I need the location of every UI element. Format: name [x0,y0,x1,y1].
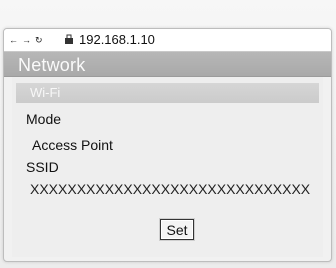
mode-label: Mode [26,111,62,127]
set-button[interactable]: Set [160,219,194,240]
ssid-input[interactable]: XXXXXXXXXXXXXXXXXXXXXXXXXXXXXX [16,177,319,201]
page-title: Network [18,55,86,75]
browser-toolbar: ← → ↻ 192.168.1.10 [4,29,331,52]
forward-icon[interactable]: → [22,34,31,46]
address-bar[interactable]: 192.168.1.10 [64,31,326,47]
nav-buttons: ← → ↻ [9,34,43,46]
site-info-icon[interactable] [64,34,74,44]
back-icon[interactable]: ← [9,34,18,46]
browser-window: ← → ↻ 192.168.1.10 Network Wi-Fi Mode Ac… [3,28,332,262]
mode-select[interactable]: Access Point [16,134,319,156]
url-text: 192.168.1.10 [79,31,155,47]
wifi-section-label: Wi-Fi [16,83,319,103]
page-header: Network [4,52,331,77]
ssid-label: SSID [26,159,59,175]
network-form: Wi-Fi Mode Access Point SSID XXXXXXXXXXX… [12,77,323,257]
reload-icon[interactable]: ↻ [35,34,43,46]
page: ← → ↻ 192.168.1.10 Network Wi-Fi Mode Ac… [0,0,336,268]
